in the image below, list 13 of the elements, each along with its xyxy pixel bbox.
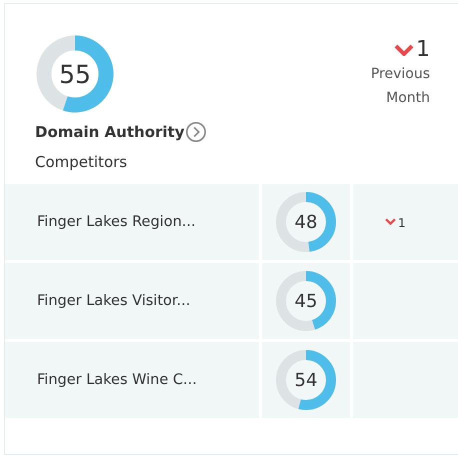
score-value: 55	[59, 60, 91, 88]
change-value: 1	[416, 38, 430, 62]
competitor-name: Finger Lakes Region...	[5, 184, 259, 260]
competitor-name: Finger Lakes Wine C...	[5, 342, 259, 418]
change-caption: Previous Month	[370, 65, 430, 108]
score-value: 48	[294, 212, 318, 232]
metric-title: Domain Authority	[35, 123, 184, 141]
change-value: 1	[398, 218, 406, 228]
competitor-name: Finger Lakes Visitor...	[5, 263, 259, 339]
score-value: 54	[294, 370, 318, 390]
chevron-circle-icon[interactable]	[185, 121, 208, 143]
section-heading: Competitors	[35, 153, 128, 171]
score-value: 45	[294, 290, 318, 312]
